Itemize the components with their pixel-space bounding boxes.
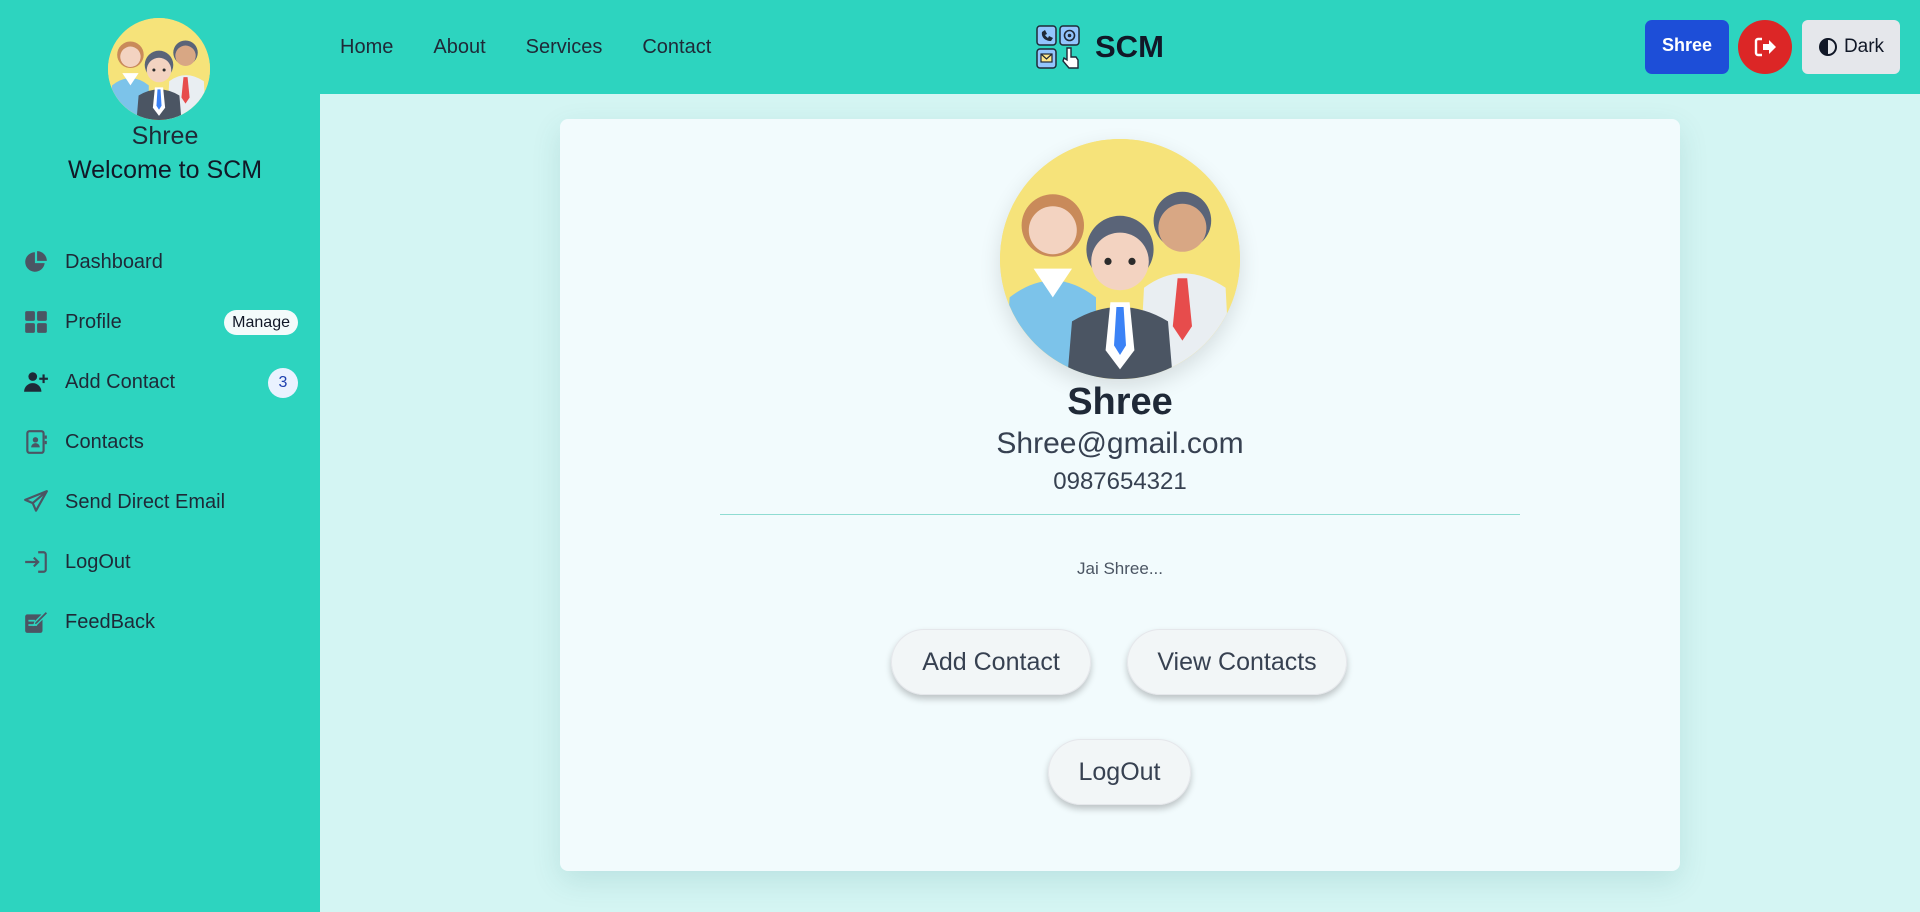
sidebar-item-logout[interactable]: LogOut	[22, 532, 298, 592]
sidebar-item-profile[interactable]: Profile Manage	[22, 292, 298, 352]
nav-link-contact[interactable]: Contact	[642, 36, 711, 59]
sign-out-icon	[1754, 37, 1776, 57]
logout-button[interactable]: LogOut	[1048, 739, 1191, 805]
brand[interactable]: SCM	[1036, 24, 1164, 70]
profile-card: Shree Shree@gmail.com 0987654321 Jai Shr…	[560, 119, 1680, 871]
sidebar-username: Shree	[131, 122, 199, 150]
sidebar-item-add-contact[interactable]: Add Contact 3	[22, 352, 298, 412]
theme-toggle-label: Dark	[1843, 36, 1885, 57]
sidebar-item-label: Add Contact	[65, 370, 176, 393]
add-contact-button[interactable]: Add Contact	[891, 629, 1091, 695]
sidebar-item-dashboard[interactable]: Dashboard	[22, 232, 298, 292]
top-navbar: Home About Services Contact SCM Shree Da…	[320, 0, 1920, 94]
profile-phone: 0987654321	[1053, 468, 1187, 495]
contact-count-badge: 3	[268, 368, 298, 398]
sidebar-item-feedback[interactable]: FeedBack	[22, 592, 298, 652]
sidebar-item-label: Profile	[65, 310, 122, 333]
nav-link-services[interactable]: Services	[526, 36, 603, 59]
sidebar-welcome-text: Welcome to SCM	[67, 156, 263, 184]
sidebar-avatar	[108, 18, 210, 120]
profile-picture	[1000, 139, 1240, 379]
divider	[720, 514, 1520, 515]
contact-logo-icon	[1036, 25, 1080, 69]
brand-name: SCM	[1095, 29, 1164, 64]
profile-email: Shree@gmail.com	[996, 427, 1244, 460]
grid-icon	[22, 308, 50, 336]
sidebar-item-label: Dashboard	[65, 250, 163, 273]
nav-link-home[interactable]: Home	[340, 36, 393, 59]
edit-icon	[22, 608, 50, 636]
sidebar: Shree Welcome to SCM Dashboard Profile M…	[0, 0, 320, 912]
nav-link-about[interactable]: About	[433, 36, 485, 59]
user-button[interactable]: Shree	[1645, 20, 1729, 74]
sidebar-item-contacts[interactable]: Contacts	[22, 412, 298, 472]
sidebar-item-label: FeedBack	[65, 610, 156, 633]
view-contacts-button[interactable]: View Contacts	[1127, 629, 1347, 695]
sidebar-item-label: LogOut	[65, 550, 131, 573]
pie-chart-icon	[22, 248, 50, 276]
theme-toggle-button[interactable]: Dark	[1802, 20, 1900, 74]
sidebar-item-label: Contacts	[65, 430, 144, 453]
sidebar-item-label: Send Direct Email	[65, 490, 226, 513]
address-book-icon	[22, 428, 50, 456]
half-circle-icon	[1818, 38, 1837, 56]
sidebar-nav: Dashboard Profile Manage Add Contact 3 C…	[22, 232, 298, 652]
user-plus-icon	[22, 368, 50, 396]
logout-icon-button[interactable]	[1738, 20, 1792, 74]
paper-plane-icon	[22, 488, 50, 516]
manage-badge: Manage	[224, 310, 298, 335]
sidebar-item-send-email[interactable]: Send Direct Email	[22, 472, 298, 532]
profile-name: Shree	[1067, 381, 1173, 423]
profile-about: Jai Shree...	[1077, 559, 1163, 578]
nav-links: Home About Services Contact	[340, 36, 711, 59]
sign-in-icon	[22, 548, 50, 576]
